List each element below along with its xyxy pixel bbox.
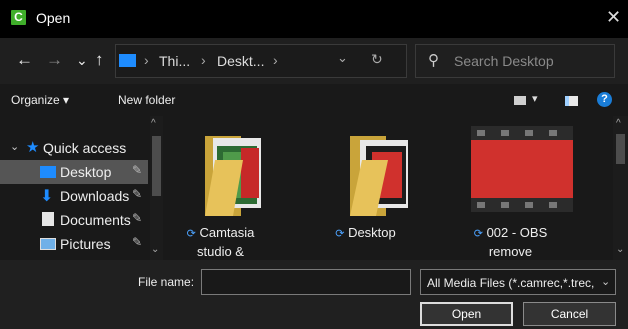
view-options-chevron-icon[interactable]: ▾ [532,92,538,105]
file-name-label: File name: [138,275,195,289]
sidebar-item-label: Documents [60,212,131,228]
chevron-down-icon[interactable]: ⌄ [601,275,610,288]
sidebar-item-label: Desktop [60,164,112,180]
breadcrumb-separator-icon: › [201,52,206,68]
file-name: ⟳ 002 - OBS remove [473,225,548,259]
command-bar: Organize ▾ New folder ▾ ? [0,84,628,116]
file-item[interactable]: ⟳ 002 - OBS remove [453,116,573,260]
scrollbar-thumb[interactable] [152,136,161,196]
cancel-button[interactable]: Cancel [523,302,616,326]
this-pc-icon [119,54,136,67]
pin-icon: ✎ [132,163,143,177]
content-scrollbar[interactable]: ^ ⌄ [613,116,628,260]
folder-icon [205,136,261,216]
pin-icon: ✎ [132,235,143,249]
new-folder-button[interactable]: New folder [118,93,175,107]
pictures-icon [40,238,56,250]
navigation-pane: ⌄ ★ Quick access Desktop ✎ ⬇ Downloads ✎… [0,116,163,260]
file-type-value: All Media Files (*.camrec,*.trec, [427,276,595,290]
change-view-icon[interactable] [514,96,526,105]
address-bar[interactable]: › Thi... › Deskt... › ⌄ ↻ [115,44,407,78]
scrollbar-thumb[interactable] [616,134,625,164]
breadcrumb-this-pc[interactable]: Thi... [159,53,190,69]
sidebar-item-label: Downloads [60,188,130,204]
folder-icon [350,136,408,216]
expand-chevron-icon[interactable]: ⌄ [10,140,19,153]
breadcrumb-desktop[interactable]: Deskt... [217,53,264,69]
up-button[interactable]: ↑ [95,50,104,70]
search-box[interactable]: ⚲ Search Desktop [415,44,615,78]
back-button[interactable]: ← [16,50,33,70]
sidebar-item-quick-access[interactable]: ⌄ ★ Quick access [0,136,148,160]
file-list: ⟳ Camtasia studio & ⟳ Desktop ⟳ 002 - OB… [163,116,613,260]
open-dialog: C Open ✕ ← → ⌄ ↑ › Thi... › Deskt... › ⌄… [0,0,628,329]
sidebar-item-label: Pictures [60,236,111,252]
file-type-select[interactable]: All Media Files (*.camrec,*.trec, ⌄ [420,269,616,295]
sync-icon: ⟳ [186,228,196,240]
scroll-down-icon[interactable]: ⌄ [616,244,624,255]
sync-icon: ⟳ [473,228,483,240]
recent-locations-button[interactable]: ⌄ [76,50,88,70]
help-icon[interactable]: ? [597,92,612,107]
sidebar-item-pictures[interactable]: Pictures ✎ [0,232,148,256]
file-item[interactable]: ⟳ Camtasia studio & [163,116,278,260]
refresh-icon[interactable]: ↻ [371,51,383,68]
scroll-up-icon[interactable]: ^ [151,118,156,129]
navigation-bar: ← → ⌄ ↑ › Thi... › Deskt... › ⌄ ↻ ⚲ Sear… [0,38,628,84]
sidebar-item-desktop[interactable]: Desktop ✎ [0,160,148,184]
star-icon: ★ [26,139,40,156]
sidebar-item-label: Quick access [43,140,127,156]
dialog-footer: File name: ⌄ All Media Files (*.camrec,*… [0,260,628,329]
pin-icon: ✎ [132,211,143,225]
file-name-input[interactable]: ⌄ [201,269,606,295]
breadcrumb-separator-icon: › [273,52,278,68]
sidebar-item-documents[interactable]: Documents ✎ [0,208,148,232]
preview-pane-icon[interactable] [565,96,578,106]
forward-button[interactable]: → [46,50,63,70]
close-icon[interactable]: ✕ [606,8,622,26]
sync-icon: ⟳ [335,228,345,240]
video-thumbnail-icon [471,126,573,212]
pin-icon: ✎ [132,187,143,201]
window-title: Open [36,10,71,26]
documents-icon [42,212,54,226]
file-name: ⟳ Desktop [335,225,396,240]
search-icon: ⚲ [428,52,439,69]
file-item[interactable]: ⟳ Desktop [308,116,423,260]
breadcrumb-separator-icon: › [144,52,149,68]
sidebar-item-downloads[interactable]: ⬇ Downloads ✎ [0,184,148,208]
download-icon: ⬇ [40,188,54,205]
title-bar: C Open ✕ [0,0,628,38]
open-button[interactable]: Open [420,302,513,326]
address-dropdown-icon[interactable]: ⌄ [337,50,348,66]
file-name: ⟳ Camtasia studio & [186,225,255,259]
camtasia-icon: C [11,10,26,25]
scroll-up-icon[interactable]: ^ [616,118,621,129]
organize-button[interactable]: Organize ▾ [11,93,69,107]
scroll-down-icon[interactable]: ⌄ [151,244,159,255]
search-placeholder: Search Desktop [454,53,554,69]
sidebar-scrollbar[interactable]: ^ ⌄ [150,116,163,260]
desktop-icon [40,166,56,178]
